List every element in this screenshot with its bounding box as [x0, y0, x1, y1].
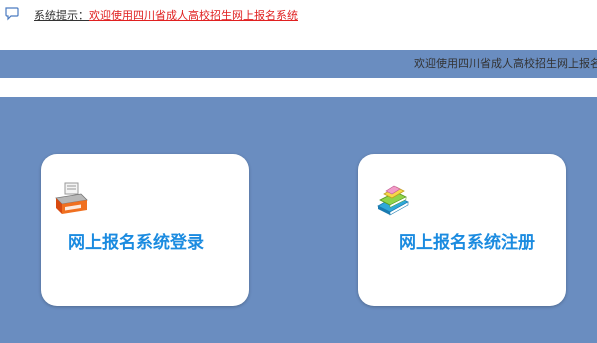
- printer-icon: [55, 182, 88, 214]
- login-card-button[interactable]: 网上报名系统登录: [41, 154, 249, 306]
- register-label: 网上报名系统注册: [399, 233, 535, 253]
- system-notice-bar: 系统提示：欢迎使用四川省成人高校招生网上报名系统: [0, 0, 597, 34]
- login-label: 网上报名系统登录: [68, 233, 204, 253]
- main-panel: 网上报名系统登录 网上报名系统注册: [0, 97, 597, 343]
- notice-label: 系统提示：: [34, 9, 89, 22]
- welcome-marquee-text: 欢迎使用四川省成人高校招生网上报名: [414, 57, 597, 70]
- speech-bubble-icon: [5, 7, 19, 21]
- divider: [0, 78, 597, 97]
- notice-message-link[interactable]: 欢迎使用四川省成人高校招生网上报名系统: [89, 9, 298, 22]
- welcome-marquee-bar: 欢迎使用四川省成人高校招生网上报名: [0, 50, 597, 78]
- page: 系统提示：欢迎使用四川省成人高校招生网上报名系统 欢迎使用四川省成人高校招生网上…: [0, 0, 597, 343]
- books-icon: [377, 185, 409, 216]
- register-card-button[interactable]: 网上报名系统注册: [358, 154, 566, 306]
- system-notice: 系统提示：欢迎使用四川省成人高校招生网上报名系统: [34, 9, 298, 23]
